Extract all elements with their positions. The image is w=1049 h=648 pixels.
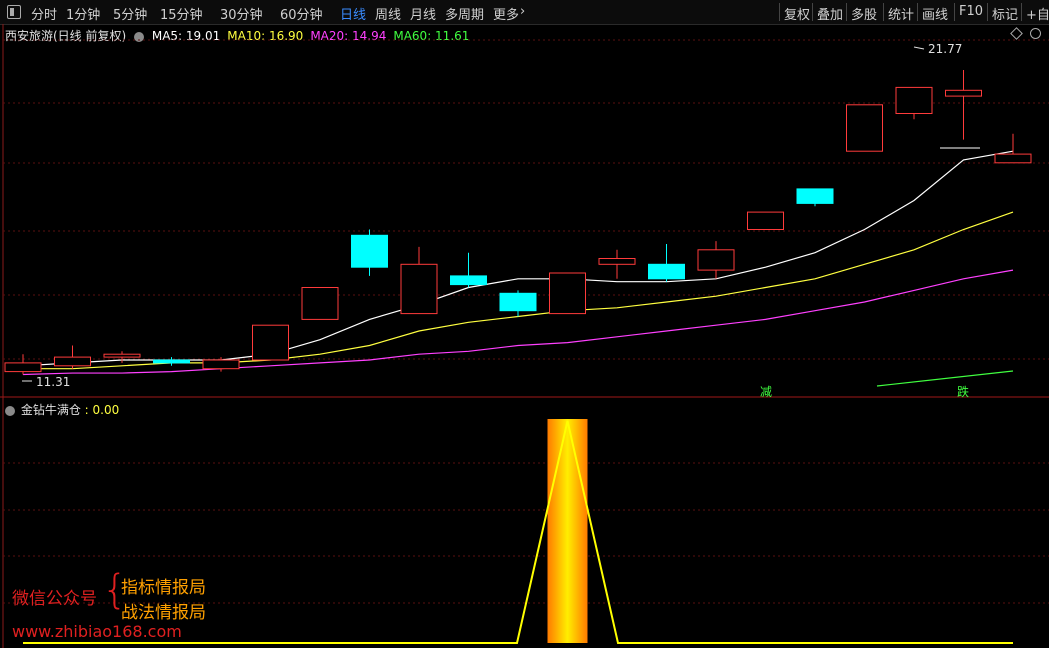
ma20-line <box>22 269 1014 376</box>
period-tab-9[interactable]: 多周期 <box>445 4 484 23</box>
watermark-line1: 指标情报局 <box>121 578 206 598</box>
toolbar-divider <box>987 3 988 21</box>
watermark-url: www.zhibiao168.com <box>12 622 182 641</box>
low-price-label: 11.31 <box>36 375 70 389</box>
period-tab-3[interactable]: 15分钟 <box>160 4 203 23</box>
toolbar-divider <box>954 3 955 21</box>
ma-legend-1: MA10: 16.90 <box>227 29 304 43</box>
toolbar-divider <box>812 3 813 21</box>
marker-reduce: 减 <box>760 385 772 399</box>
tool-button-1[interactable]: 叠加 <box>817 4 843 23</box>
candle-body <box>202 359 240 370</box>
price-chart[interactable]: 21.77 11.31 减 跌 <box>0 0 1049 648</box>
candle-body <box>153 359 190 364</box>
period-tab-10[interactable]: 更多 <box>493 4 519 23</box>
main-panel-header: 西安旅游(日线 前复权) MA5: 19.01 MA10: 16.90 MA20: … <box>5 27 469 44</box>
ma5-line <box>22 150 1014 367</box>
candle-body <box>648 263 685 280</box>
watermark-wechat: 微信公众号 <box>12 589 97 609</box>
period-tab-0[interactable]: 分时 <box>31 4 57 23</box>
candle-body <box>598 258 636 265</box>
candle-body <box>549 272 586 315</box>
candle-body <box>450 275 487 286</box>
tool-button-0[interactable]: 复权 <box>784 4 810 23</box>
watermark-line2: 战法情报局 <box>121 603 206 623</box>
candle-body <box>796 188 834 204</box>
toolbar-divider <box>917 3 918 21</box>
period-tab-1[interactable]: 1分钟 <box>66 4 100 23</box>
candle-body <box>4 362 42 373</box>
more-chevron-icon[interactable]: › <box>520 4 525 19</box>
signal-bar <box>547 419 588 643</box>
tool-button-4[interactable]: 画线 <box>922 4 948 23</box>
toolbar-divider <box>1021 3 1022 21</box>
toolbar-divider <box>779 3 780 21</box>
tool-button-2[interactable]: 多股 <box>851 4 877 23</box>
candle-body <box>994 153 1032 164</box>
ma60-line <box>876 370 1014 387</box>
period-tab-4[interactable]: 30分钟 <box>220 4 263 23</box>
ma-legend-2: MA20: 14.94 <box>310 29 387 43</box>
marker-fall: 跌 <box>957 384 969 399</box>
period-tab-6[interactable]: 日线 <box>340 4 366 23</box>
period-tab-5[interactable]: 60分钟 <box>280 4 323 23</box>
candle-body <box>945 89 982 97</box>
candle-body <box>301 287 339 320</box>
candle-body <box>103 353 141 358</box>
settings-dot-icon[interactable] <box>134 31 145 42</box>
candle-body <box>351 234 388 268</box>
ma-legend-3: MA60: 11.61 <box>393 29 470 43</box>
candle-body <box>895 86 933 115</box>
toolbar-divider <box>883 3 884 21</box>
candle-body <box>846 104 883 152</box>
toolbar-divider <box>846 3 847 21</box>
panel-toggle-icon[interactable] <box>7 5 21 19</box>
high-price-label: 21.77 <box>928 42 962 56</box>
circle-icon[interactable] <box>1030 28 1041 39</box>
candle-body <box>499 292 537 312</box>
indicator-title: 金钻牛满仓 <box>20 403 81 417</box>
high-arrow-icon <box>913 46 925 50</box>
period-tab-7[interactable]: 周线 <box>375 4 401 23</box>
tool-button-5[interactable]: F10 <box>959 4 983 19</box>
candle-body <box>54 356 91 367</box>
candle-body <box>747 211 784 231</box>
ma10-line <box>23 211 1014 370</box>
indicator-panel-header: 金钻牛满仓 : 0.00 <box>5 401 119 418</box>
candle-body <box>400 263 438 315</box>
candle-body <box>252 324 289 361</box>
indicator-value: : 0.00 <box>84 403 120 417</box>
tool-button-7[interactable]: +自选 <box>1026 4 1049 23</box>
candle-body <box>697 249 735 271</box>
tool-button-3[interactable]: 统计 <box>888 4 914 23</box>
stock-title: 西安旅游(日线 前复权) <box>5 29 127 43</box>
indicator-settings-icon[interactable] <box>5 405 15 416</box>
ma-legend-0: MA5: 19.01 <box>151 29 221 43</box>
period-tab-8[interactable]: 月线 <box>410 4 436 23</box>
period-tab-2[interactable]: 5分钟 <box>113 4 147 23</box>
tool-button-6[interactable]: 标记 <box>992 4 1018 23</box>
period-toolbar: 分时 1分钟 5分钟 15分钟 30分钟 60分钟 日线 周线 月线 多周期 更多 › 复权 叠加 多股统… <box>0 0 1049 25</box>
diamond-icon[interactable] <box>1010 27 1023 40</box>
